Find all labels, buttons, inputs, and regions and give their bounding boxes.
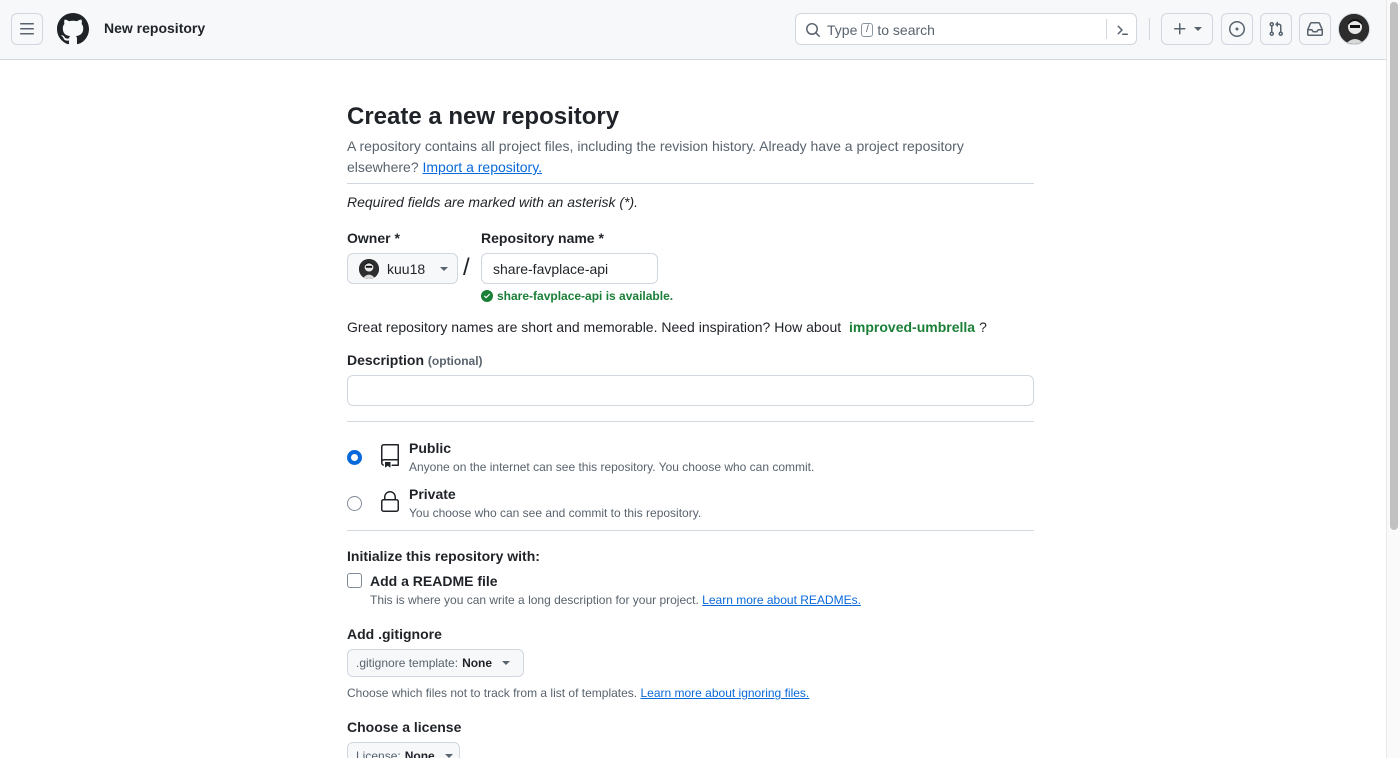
scrollbar-thumb[interactable] xyxy=(1390,2,1398,530)
repository-name-input[interactable] xyxy=(481,253,658,284)
divider xyxy=(347,530,1034,531)
add-readme-checkbox[interactable] xyxy=(347,573,362,588)
create-new-button[interactable] xyxy=(1161,13,1213,45)
private-radio[interactable] xyxy=(347,496,362,511)
github-logo-icon[interactable] xyxy=(57,13,89,45)
command-palette-icon[interactable] xyxy=(1114,22,1130,38)
owner-dropdown[interactable]: kuu18 xyxy=(347,253,458,284)
description-input[interactable] xyxy=(347,375,1034,406)
license-dropdown[interactable]: License: None xyxy=(347,742,460,758)
add-readme-label[interactable]: Add a README file xyxy=(370,573,498,589)
inbox-icon xyxy=(1307,22,1323,36)
license-selected-value: None xyxy=(404,749,435,758)
suggested-name-button[interactable]: improved-umbrella xyxy=(849,319,975,335)
owner-label: Owner * xyxy=(347,230,400,246)
readme-description: This is where you can write a long descr… xyxy=(370,593,861,607)
description-label: Description (optional) xyxy=(347,352,483,368)
pull-requests-button[interactable] xyxy=(1260,13,1292,45)
page-title: Create a new repository xyxy=(347,103,620,130)
learn-more-ignoring-files-link[interactable]: Learn more about ignoring files. xyxy=(640,686,809,700)
search-placeholder: Type / to search xyxy=(827,22,935,38)
owner-repo-separator: / xyxy=(463,254,470,281)
divider xyxy=(347,183,1034,184)
header-title[interactable]: New repository xyxy=(104,20,205,36)
optional-tag: (optional) xyxy=(427,354,483,368)
chevron-down-icon xyxy=(444,754,453,758)
menu-icon xyxy=(20,23,34,35)
page-lead: A repository contains all project files,… xyxy=(347,138,964,175)
chevron-down-icon xyxy=(1194,27,1202,31)
search-divider xyxy=(1106,19,1107,39)
repository-name-label: Repository name * xyxy=(481,230,604,246)
avatar-image-icon xyxy=(359,258,379,279)
learn-more-readmes-link[interactable]: Learn more about READMEs. xyxy=(702,593,861,607)
import-repository-link[interactable]: Import a repository. xyxy=(423,159,543,175)
user-avatar[interactable] xyxy=(1338,13,1370,45)
gitignore-help: Choose which files not to track from a l… xyxy=(347,686,810,700)
page-scrollbar[interactable] xyxy=(1386,0,1400,758)
repo-icon xyxy=(381,444,399,468)
issues-button[interactable] xyxy=(1221,13,1253,45)
name-inspiration: Great repository names are short and mem… xyxy=(347,319,987,335)
required-fields-note: Required fields are marked with an aster… xyxy=(347,194,639,210)
public-radio[interactable] xyxy=(347,450,362,465)
header-separator xyxy=(1149,18,1150,40)
private-option-description: You choose who can see and commit to thi… xyxy=(409,506,702,520)
plus-icon xyxy=(1174,23,1186,35)
owner-name: kuu18 xyxy=(387,260,426,277)
private-option-title[interactable]: Private xyxy=(409,486,456,502)
availability-message: share-favplace-api is available. xyxy=(481,289,673,303)
chevron-down-icon xyxy=(440,267,448,271)
issue-opened-icon xyxy=(1229,21,1245,37)
git-pull-request-icon xyxy=(1269,21,1284,37)
divider xyxy=(347,421,1034,422)
gitignore-selected-value: None xyxy=(462,656,493,670)
search-icon xyxy=(806,23,820,37)
app-header: New repository Type / to search xyxy=(0,0,1386,60)
hamburger-menu-button[interactable] xyxy=(11,13,43,45)
search-shortcut-key: / xyxy=(861,23,874,37)
license-label: Choose a license xyxy=(347,719,462,735)
lock-icon xyxy=(381,491,399,512)
inbox-button[interactable] xyxy=(1299,13,1331,45)
public-option-title[interactable]: Public xyxy=(409,440,451,456)
chevron-down-icon xyxy=(502,661,511,665)
avatar-image-icon xyxy=(1339,14,1369,44)
search-input[interactable]: Type / to search xyxy=(795,13,1137,45)
gitignore-label: Add .gitignore xyxy=(347,626,442,642)
initialize-label: Initialize this repository with: xyxy=(347,548,540,564)
public-option-description: Anyone on the internet can see this repo… xyxy=(409,460,815,474)
owner-avatar xyxy=(359,258,379,279)
gitignore-template-dropdown[interactable]: .gitignore template: None xyxy=(347,649,524,677)
check-circle-fill-icon xyxy=(481,290,493,302)
